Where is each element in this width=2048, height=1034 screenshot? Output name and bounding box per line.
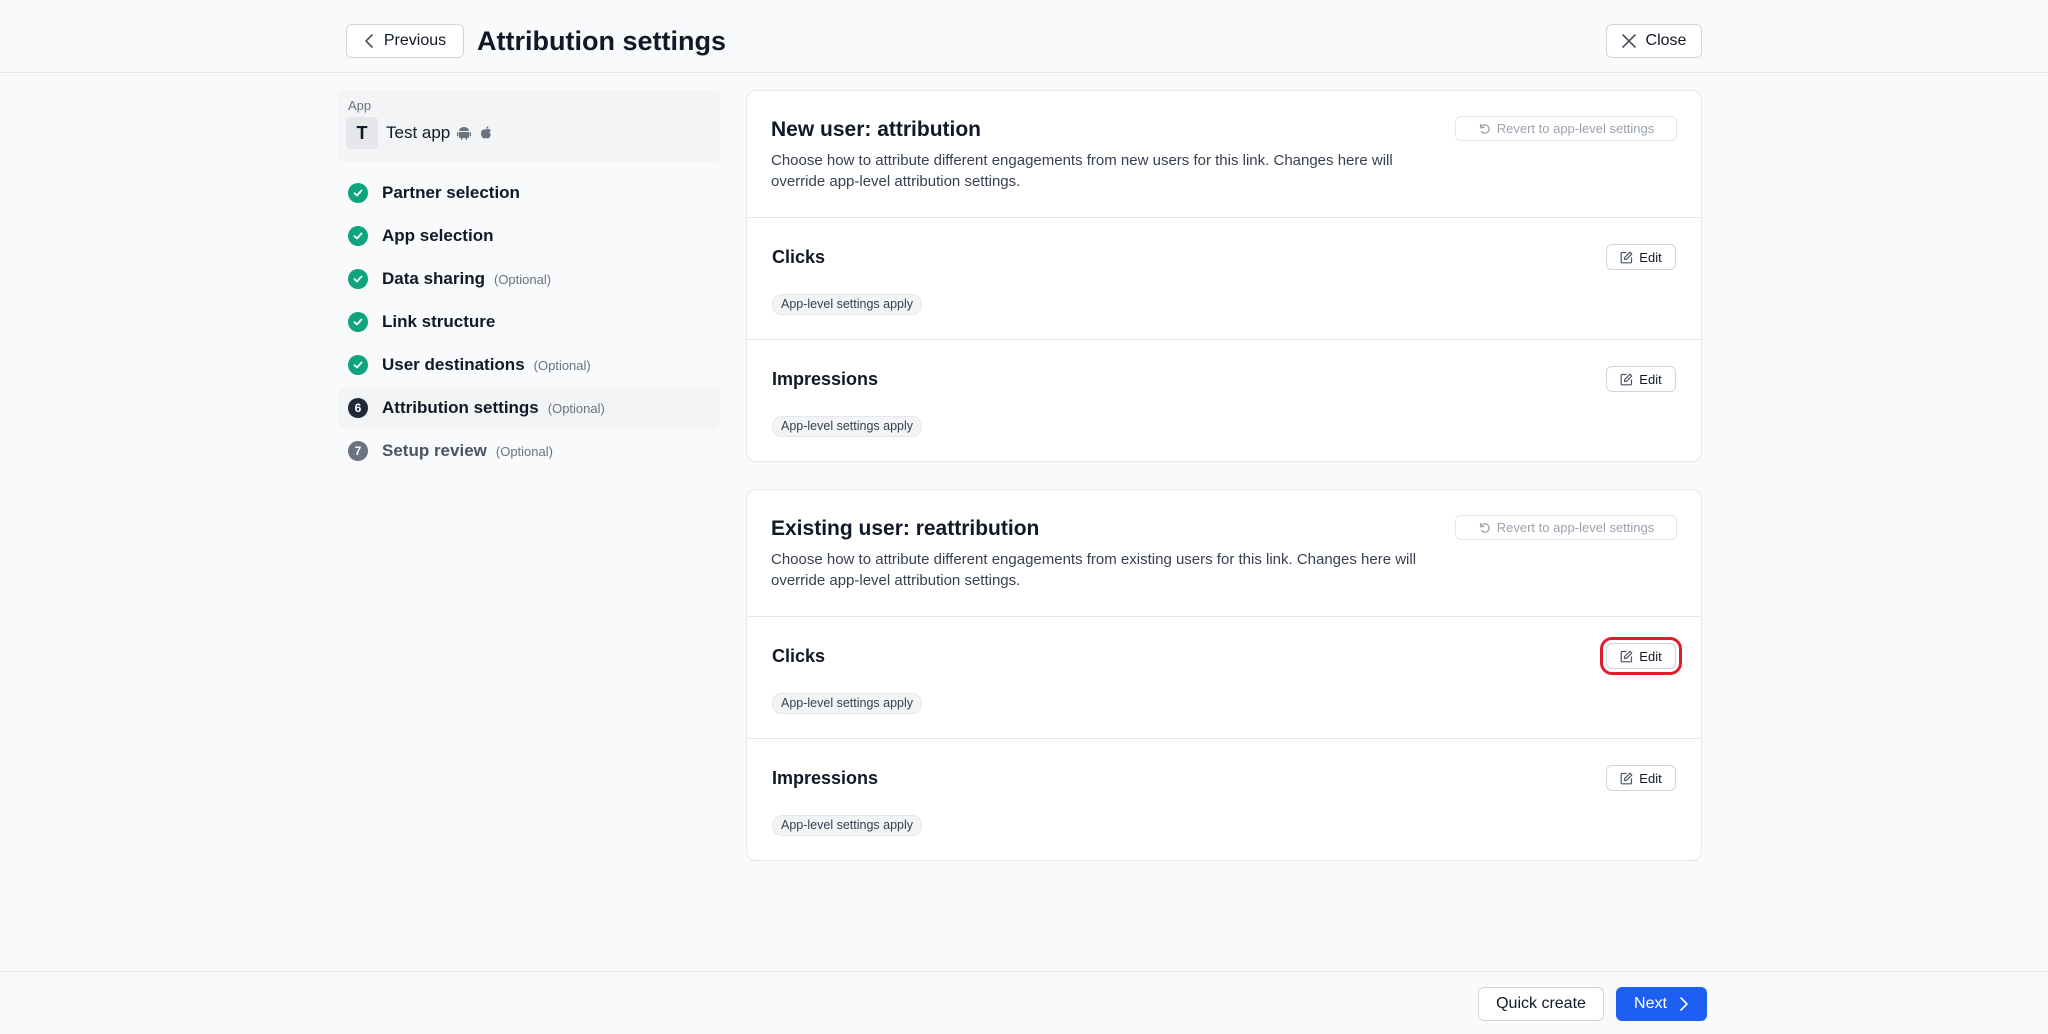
step-optional-tag: (Optional) <box>533 357 591 373</box>
revert-button[interactable]: Revert to app-level settings <box>1455 515 1677 540</box>
card-header: New user: attribution Choose how to attr… <box>747 91 1701 218</box>
selected-app-panel: App T Test app <box>338 90 720 162</box>
chevron-right-icon <box>1679 996 1689 1012</box>
impressions-row: Impressions Edit App-level settings appl… <box>747 739 1701 860</box>
chevron-left-icon <box>364 33 374 49</box>
check-circle-icon <box>348 355 368 375</box>
app-name: Test app <box>386 123 451 142</box>
step-optional-tag: (Optional) <box>495 443 553 459</box>
app-row: T Test app <box>346 117 712 149</box>
step-label: App selection <box>382 226 494 245</box>
edit-button[interactable]: Edit <box>1606 366 1676 392</box>
step-optional-tag: (Optional) <box>547 400 605 416</box>
step-link-structure[interactable]: Link structure <box>338 301 720 343</box>
row-title: Clicks <box>772 646 826 666</box>
step-app-selection[interactable]: App selection <box>338 215 720 257</box>
footer-bar: Quick create Next <box>0 971 2048 1034</box>
close-icon <box>1621 34 1636 48</box>
undo-icon <box>1478 122 1491 135</box>
revert-button-label: Revert to app-level settings <box>1496 520 1655 535</box>
status-badge: App-level settings apply <box>772 693 923 714</box>
sidebar: App T Test app Partner selection App sel… <box>338 90 720 473</box>
new-user-attribution-card: New user: attribution Choose how to attr… <box>746 90 1702 462</box>
edit-button[interactable]: Edit <box>1606 244 1676 270</box>
android-icon <box>456 125 472 141</box>
status-badge: App-level settings apply <box>772 294 923 315</box>
step-number-badge: 7 <box>348 441 368 461</box>
step-data-sharing[interactable]: Data sharing (Optional) <box>338 258 720 300</box>
step-number-badge: 6 <box>348 398 368 418</box>
edit-button-label: Edit <box>1639 770 1662 786</box>
step-user-destinations[interactable]: User destinations (Optional) <box>338 344 720 386</box>
step-label: Partner selection <box>382 183 520 202</box>
clicks-row: Clicks Edit App-level settings apply <box>747 617 1701 739</box>
next-button[interactable]: Next <box>1616 987 1707 1021</box>
step-label: Attribution settings <box>382 398 539 417</box>
check-circle-icon <box>348 269 368 289</box>
step-label: Setup review <box>382 441 487 460</box>
next-button-label: Next <box>1634 995 1667 1012</box>
card-description: Choose how to attribute different engage… <box>771 551 1417 589</box>
apple-icon <box>478 125 494 141</box>
row-title: Clicks <box>772 247 826 267</box>
card-header: Existing user: reattribution Choose how … <box>747 490 1701 617</box>
quick-create-button[interactable]: Quick create <box>1478 987 1604 1021</box>
row-title: Impressions <box>772 768 879 788</box>
step-list: Partner selection App selection Data sha… <box>338 172 720 472</box>
check-circle-icon <box>348 226 368 246</box>
card-title: Existing user: reattribution <box>771 517 1040 540</box>
edit-icon <box>1620 251 1633 264</box>
edit-button[interactable]: Edit <box>1606 765 1676 791</box>
edit-button-label: Edit <box>1639 249 1662 265</box>
close-button-label: Close <box>1645 32 1687 49</box>
impressions-row: Impressions Edit App-level settings appl… <box>747 340 1701 461</box>
row-title: Impressions <box>772 369 879 389</box>
edit-icon <box>1620 373 1633 386</box>
previous-button-label: Previous <box>383 32 447 49</box>
app-avatar: T <box>346 117 378 149</box>
undo-icon <box>1478 521 1491 534</box>
app-section-label: App <box>348 98 372 113</box>
close-button[interactable]: Close <box>1606 24 1702 58</box>
status-badge: App-level settings apply <box>772 815 923 836</box>
card-title: New user: attribution <box>771 118 982 141</box>
edit-button[interactable]: Edit <box>1600 637 1682 675</box>
previous-button[interactable]: Previous <box>346 24 464 58</box>
step-label: User destinations <box>382 355 525 374</box>
edit-icon <box>1620 772 1633 785</box>
card-description: Choose how to attribute different engage… <box>771 152 1393 190</box>
step-optional-tag: (Optional) <box>493 271 552 287</box>
step-label: Link structure <box>382 312 496 331</box>
check-circle-icon <box>348 312 368 332</box>
status-badge: App-level settings apply <box>772 416 923 437</box>
revert-button[interactable]: Revert to app-level settings <box>1455 116 1677 141</box>
revert-button-label: Revert to app-level settings <box>1496 121 1655 136</box>
top-bar: Previous Attribution settings Close <box>0 0 2048 73</box>
step-label: Data sharing <box>382 269 485 288</box>
app-window: Previous Attribution settings Close App … <box>0 0 2048 1034</box>
step-attribution-settings[interactable]: 6 Attribution settings (Optional) <box>338 387 720 429</box>
step-partner-selection[interactable]: Partner selection <box>338 172 720 214</box>
edit-button-label: Edit <box>1639 371 1662 387</box>
page-title: Attribution settings <box>477 26 726 56</box>
edit-button-label: Edit <box>1639 648 1662 664</box>
edit-icon <box>1620 650 1633 663</box>
clicks-row: Clicks Edit App-level settings apply <box>747 218 1701 340</box>
existing-user-reattribution-card: Existing user: reattribution Choose how … <box>746 489 1702 861</box>
check-circle-icon <box>348 183 368 203</box>
step-setup-review[interactable]: 7 Setup review (Optional) <box>338 430 720 472</box>
